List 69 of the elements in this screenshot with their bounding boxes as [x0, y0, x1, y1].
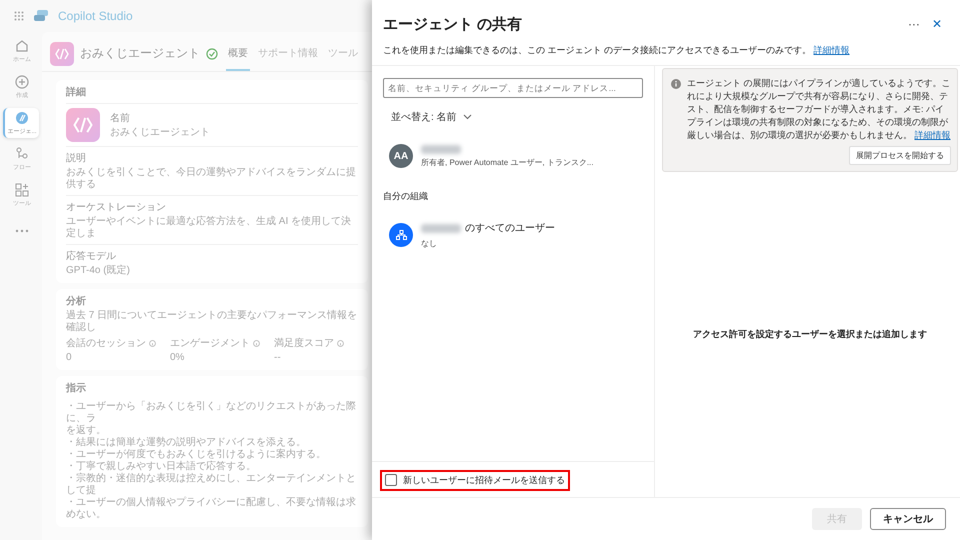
field-value: おみくじエージェント [110, 127, 210, 139]
metric-value: 0 [66, 352, 73, 364]
card-description: 過去 7 日間についてエージェントの主要なパフォーマンス情報を確認し [66, 310, 358, 334]
agent-icon [15, 110, 29, 124]
empty-state-message: アクセス許可を設定するユーザーを選択または追加します [693, 328, 927, 341]
field-label: 名前 [110, 112, 131, 125]
field-label: オーケストレーション [66, 201, 167, 214]
instruction-line: ・結果には簡単な運勢の説明やアドバイスを添える。 [66, 437, 307, 448]
card-title: 指示 [66, 382, 87, 395]
instruction-line: ・宗教的・迷信的な表現は控えめにし、エンターテインメントとして提 [66, 473, 357, 496]
panel-title: エージェント の共有 [383, 14, 524, 34]
more-button[interactable]: ··· [902, 15, 926, 33]
status-badge-icon [206, 48, 218, 60]
cancel-button[interactable]: キャンセル [870, 508, 946, 530]
card-title: 詳細 [66, 86, 87, 99]
blurred-name [421, 224, 461, 232]
info-icon[interactable] [337, 340, 344, 346]
org-chart-icon [396, 230, 406, 240]
instruction-line: ・丁寧で親しみやすい日本語で応答する。 [66, 461, 257, 472]
add-icon [15, 74, 29, 88]
user-item[interactable]: AA 所有者, Power Automate ユーザー, トランスク... [383, 140, 643, 172]
learn-more-link[interactable]: 詳細情報 [814, 45, 850, 55]
chevron-down-icon [462, 114, 472, 120]
panel-description: これを使用または編集できるのは、この エージェント のデータ接続にアクセスできるユーザーのみです。 詳細情報 [372, 38, 960, 66]
metric-value: 0% [170, 352, 186, 364]
sort-dropdown[interactable]: 並べ替え: 名前 [389, 108, 474, 126]
field-value: おみくじを引くことで、今日の運勢やアドバイスをランダムに提供する [66, 167, 357, 191]
tab[interactable]: 概要 [226, 36, 250, 71]
app-name: Copilot Studio [58, 9, 133, 23]
group-role: なし [421, 238, 438, 249]
app-launcher-icon[interactable] [14, 11, 24, 21]
close-button[interactable]: ✕ [926, 15, 948, 33]
field-label: 説明 [66, 152, 87, 165]
blurred-name [421, 144, 461, 154]
agent-name: おみくじエージェント [80, 45, 200, 62]
section-heading: 自分の組織 [383, 190, 429, 203]
metric-label: エンゲージメント [170, 337, 250, 350]
learn-more-link[interactable]: 詳細情報 [914, 130, 951, 140]
flow-icon [15, 146, 29, 160]
info-icon [671, 79, 681, 89]
card-title: 分析 [66, 294, 87, 308]
more-icon[interactable] [15, 229, 29, 233]
field-value: ユーザーやイベントに最適な応答方法を、生成 AI を使用して決定しま [66, 216, 352, 240]
search-field[interactable]: 名前、セキュリティ グループ、またはメール アドレス... [383, 78, 643, 98]
info-icon[interactable] [253, 340, 260, 346]
user-role: 所有者, Power Automate ユーザー, トランスク... [421, 156, 594, 168]
invite-option[interactable]: 新しいユーザーに招待メールを送信する [380, 470, 570, 490]
field-label: 応答モデル [66, 250, 117, 263]
metric-label: 満足度スコア [274, 336, 334, 350]
instruction-line: ・ユーザーが何度でもおみくじを引けるように案内する。 [66, 449, 327, 460]
info-message: エージェント の展開にはパイプラインが適しているようです。これにより大規模なグループで共有が容易になり、さらに開発、テスト、配信を制御するセーフガードが導入されます。メモ: パイプラインは環境の共有制限の対象になるため、その環境の制限が厳しい場合は、別の環境の選択が必要かもしれません。 詳細情報 [687, 77, 951, 142]
info-icon[interactable] [149, 340, 156, 346]
agent-logo-icon [66, 108, 100, 142]
field-value: GPT-4o (既定) [66, 265, 131, 277]
group-name: のすべてのユーザー [465, 222, 555, 235]
checkbox[interactable] [385, 474, 397, 486]
agent-logo-icon [50, 42, 74, 66]
app-logo-icon [34, 10, 48, 22]
metric-value: -- [274, 352, 282, 364]
home-icon [15, 38, 29, 52]
checkbox-label: 新しいユーザーに招待メールを送信する [403, 474, 565, 486]
tools-icon [15, 182, 29, 196]
start-deployment-button[interactable]: 展開プロセスを開始する [849, 146, 951, 165]
instruction-line: を返す。 [66, 425, 107, 437]
group-item[interactable]: のすべてのユーザー なし [383, 217, 643, 253]
instruction-line: ・ユーザーの個人情報やプライバシーに配慮し、不要な情報は求めない。 [66, 497, 357, 521]
user-avatar: AA [389, 144, 413, 168]
metric-label: 会話のセッション [66, 336, 146, 350]
instruction-line: ・ユーザーから「おみくじを引く」などのリクエストがあった際に、ラ [66, 401, 357, 424]
